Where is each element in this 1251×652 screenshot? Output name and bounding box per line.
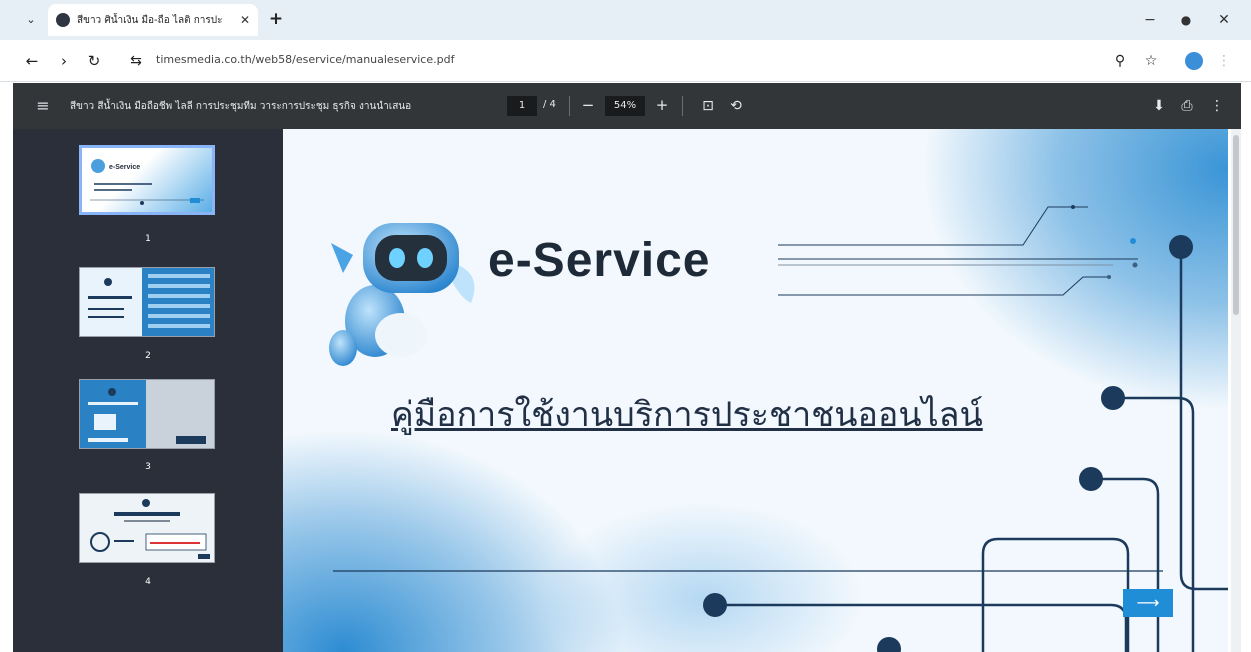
thumbnail-caption: e-Service bbox=[109, 164, 140, 171]
pdf-page: e-Service คู่มือการใช้งานบริการประชาชนออ… bbox=[283, 129, 1241, 652]
page-scrollbar[interactable] bbox=[1231, 129, 1241, 652]
thumbnail-number: 4 bbox=[145, 577, 151, 587]
thumbnail-number: 3 bbox=[145, 462, 151, 472]
thumbnail-preview bbox=[80, 268, 210, 336]
scrollbar-thumb[interactable] bbox=[1233, 135, 1239, 315]
thumbnail-preview bbox=[90, 499, 210, 559]
globe-icon bbox=[56, 13, 70, 27]
zoom-level-input[interactable]: 54% bbox=[605, 96, 645, 116]
restore-icon[interactable]: ● bbox=[1176, 10, 1196, 30]
thumbnail-page-2[interactable] bbox=[79, 267, 215, 337]
site-info-icon[interactable]: ⇆ bbox=[126, 51, 146, 71]
menu-icon[interactable]: ≡ bbox=[33, 96, 53, 116]
thumbnail-preview bbox=[80, 380, 206, 448]
bookmark-star-icon[interactable]: ☆ bbox=[1141, 51, 1161, 71]
zoom-out-button[interactable]: − bbox=[578, 95, 598, 115]
thumbnail-page-4[interactable] bbox=[79, 493, 215, 563]
divider bbox=[682, 96, 683, 116]
back-arrow-icon[interactable]: ← bbox=[22, 51, 42, 71]
page-number-input[interactable]: 1 bbox=[507, 96, 537, 116]
document-title: สีขาว สีน้ำเงิน มือถือชีพ ไลลี การประชุม… bbox=[70, 101, 412, 112]
reload-icon[interactable]: ↻ bbox=[84, 51, 104, 71]
download-icon[interactable]: ⬇ bbox=[1149, 96, 1169, 116]
thumbnail-preview: e-Service bbox=[90, 159, 204, 205]
divider bbox=[569, 96, 570, 116]
page-total: / 4 bbox=[543, 99, 556, 110]
avatar[interactable] bbox=[1185, 52, 1203, 70]
zoom-icon[interactable]: ⚲ bbox=[1110, 51, 1130, 71]
arrow-right-icon[interactable]: ⟶ bbox=[1123, 589, 1173, 617]
tab-strip: ⌄ สีขาว ศิน้ำเงิน มือ-ถือ ไลติ การปะ ✕ +… bbox=[0, 0, 1251, 40]
tab-title: สีขาว ศิน้ำเงิน มือ-ถือ ไลติ การปะ bbox=[77, 14, 223, 26]
pdf-toolbar: ≡ สีขาว สีน้ำเงิน มือถือชีพ ไลลี การประช… bbox=[13, 83, 1241, 129]
thumbnail-page-1[interactable]: e-Service bbox=[79, 145, 215, 215]
window-close-icon[interactable]: ✕ bbox=[1214, 10, 1234, 30]
browser-tab[interactable]: สีขาว ศิน้ำเงิน มือ-ถือ ไลติ การปะ ✕ bbox=[48, 4, 258, 36]
forward-arrow-icon[interactable]: › bbox=[54, 51, 74, 71]
more-vert-icon[interactable]: ⋮ bbox=[1207, 96, 1227, 116]
slide-heading: e-Service bbox=[488, 234, 711, 287]
thumbnail-number: 1 bbox=[145, 234, 151, 244]
slide-subtitle: คู่มือการใช้งานบริการประชาชนออนไลน์ bbox=[391, 395, 983, 435]
chevron-down-icon[interactable]: ⌄ bbox=[22, 11, 40, 29]
thumbnail-page-3[interactable] bbox=[79, 379, 215, 449]
minimize-icon[interactable]: − bbox=[1140, 10, 1160, 30]
zoom-in-button[interactable]: + bbox=[652, 95, 672, 115]
url-field[interactable]: timesmedia.co.th/web58/eservice/manuales… bbox=[156, 53, 454, 66]
close-icon[interactable]: ✕ bbox=[240, 13, 250, 27]
thumbnail-number: 2 bbox=[145, 351, 151, 361]
kebab-menu-icon[interactable]: ⋮ bbox=[1214, 51, 1234, 71]
new-tab-button[interactable]: + bbox=[266, 9, 286, 29]
thumbnail-sidebar: e-Service 1 2 3 4 bbox=[13, 129, 283, 652]
robot-mascot-icon bbox=[329, 223, 475, 366]
print-icon[interactable]: ⎙ bbox=[1177, 96, 1197, 116]
address-bar: ← › ↻ ⇆ timesmedia.co.th/web58/eservice/… bbox=[0, 40, 1251, 82]
rotate-icon[interactable]: ⟲ bbox=[726, 96, 746, 116]
fit-page-icon[interactable]: ⊡ bbox=[698, 96, 718, 116]
